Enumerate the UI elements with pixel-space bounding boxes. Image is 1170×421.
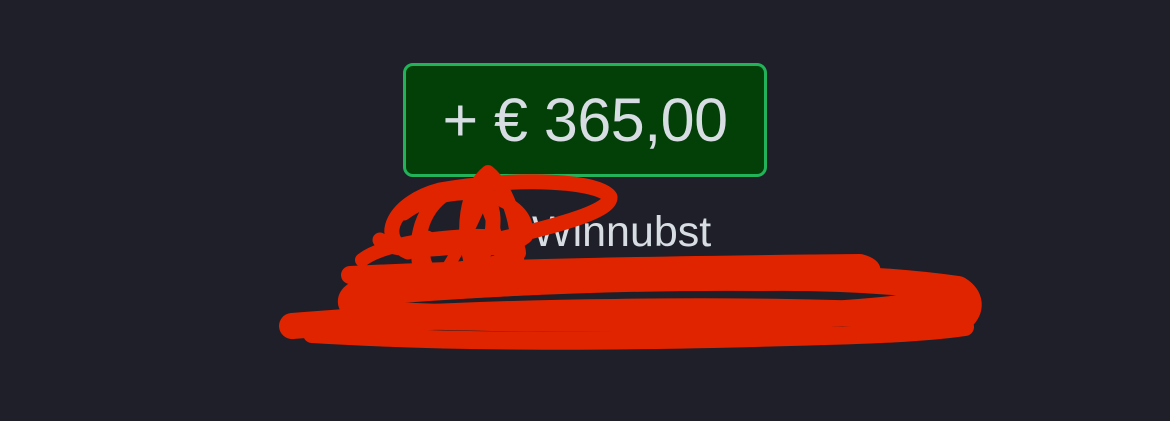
transaction-amount: + € 365,00 [442, 85, 728, 154]
transaction-screen: + € 365,00 Winnubst 8:37 [0, 0, 1170, 421]
amount-badge: + € 365,00 [403, 63, 767, 177]
counterparty-name: Winnubst [380, 202, 800, 262]
transaction-time-visible: 8:37 [716, 297, 775, 330]
transaction-detail-line: 8:37 [350, 293, 970, 335]
redaction-stroke-upper-band [341, 254, 881, 303]
counterparty-name-visible: Winnubst [532, 208, 712, 256]
